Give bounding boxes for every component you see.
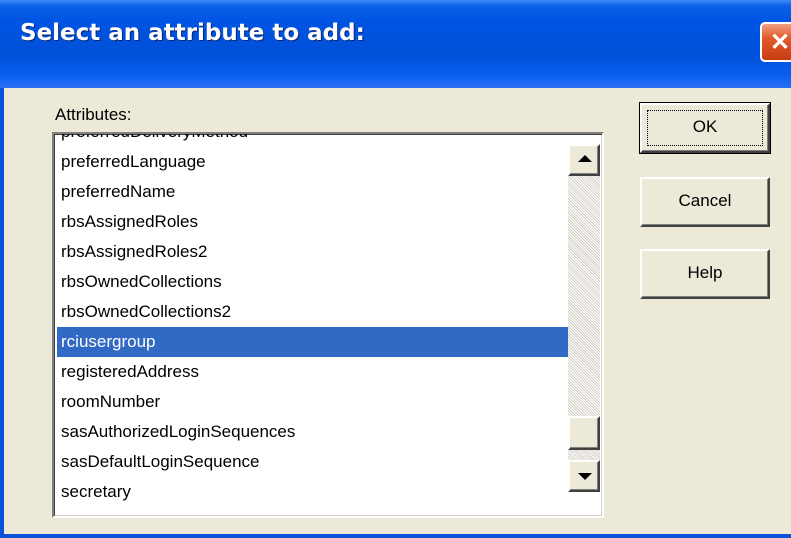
vertical-scrollbar[interactable] <box>568 144 600 492</box>
list-item[interactable]: rbsAssignedRoles2 <box>57 237 569 267</box>
list-item[interactable]: rbsAssignedRoles <box>57 207 569 237</box>
attributes-listbox[interactable]: preferredDeliveryMethodpreferredLanguage… <box>52 132 604 518</box>
list-item[interactable]: preferredDeliveryMethod <box>57 134 569 147</box>
list-item[interactable]: sasDefaultLoginSequence <box>57 447 569 477</box>
dialog-title: Select an attribute to add: <box>20 20 365 46</box>
help-button[interactable]: Help <box>640 249 770 299</box>
list-item[interactable]: roomNumber <box>57 387 569 417</box>
help-button-label: Help <box>687 263 723 282</box>
list-item[interactable]: rbsOwnedCollections <box>57 267 569 297</box>
ok-button-label: OK <box>692 117 718 136</box>
ok-button[interactable]: OK <box>639 102 771 154</box>
cancel-button-label: Cancel <box>678 191 732 210</box>
scrollbar-thumb[interactable] <box>568 416 600 450</box>
attributes-label: Attributes: <box>55 105 132 124</box>
list-item[interactable]: rbsOwnedCollections2 <box>57 297 569 327</box>
close-button[interactable]: ✕ <box>760 22 791 62</box>
cancel-button[interactable]: Cancel <box>640 177 770 227</box>
list-item[interactable]: rciusergroup <box>57 327 569 357</box>
list-item[interactable]: preferredLanguage <box>57 147 569 177</box>
select-attribute-dialog: Select an attribute to add: ✕ Attributes… <box>0 0 791 538</box>
arrow-up-icon <box>578 155 592 162</box>
list-item[interactable]: secretary <box>57 477 569 507</box>
close-icon: ✕ <box>770 29 791 56</box>
scroll-down-button[interactable] <box>568 460 600 492</box>
list-item[interactable]: preferredName <box>57 177 569 207</box>
attributes-list: preferredDeliveryMethodpreferredLanguage… <box>57 134 569 507</box>
window-frame-left <box>0 88 4 538</box>
arrow-down-icon <box>578 473 592 480</box>
scroll-up-button[interactable] <box>568 144 600 176</box>
window-frame-bottom <box>0 534 791 538</box>
list-item[interactable]: registeredAddress <box>57 357 569 387</box>
list-item[interactable]: sasAuthorizedLoginSequences <box>57 417 569 447</box>
title-bar[interactable]: Select an attribute to add: ✕ <box>0 0 791 88</box>
